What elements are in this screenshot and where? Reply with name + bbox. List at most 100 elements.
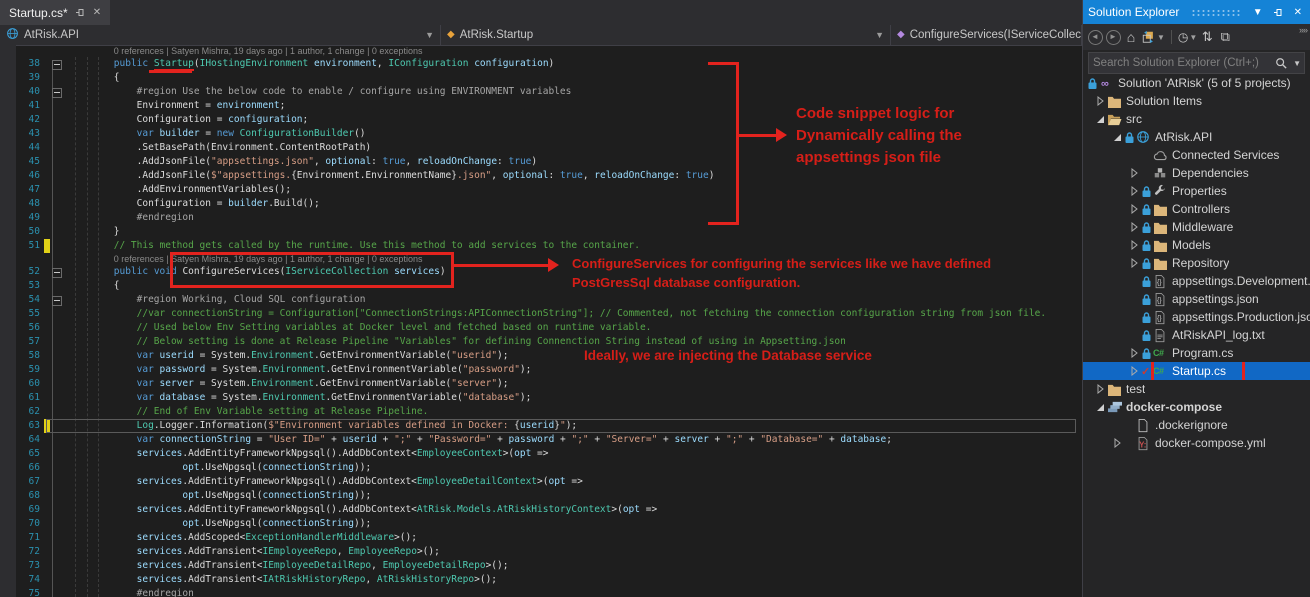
tree-item-atriskapi-log-txt[interactable]: AtRiskAPI_log.txt — [1083, 326, 1310, 344]
codelens-text[interactable]: 0 references | Satyen Mishra, 19 days ag… — [64, 253, 422, 265]
expander-expanded-icon[interactable] — [1110, 133, 1124, 142]
close-icon[interactable]: ✕ — [93, 7, 101, 18]
breakpoint-margin[interactable] — [0, 489, 16, 503]
breakpoint-margin[interactable] — [0, 433, 16, 447]
code-line[interactable]: 57 // Below setting is done at Release P… — [0, 335, 1082, 349]
expander-collapsed-icon[interactable] — [1127, 348, 1141, 358]
breakpoint-margin[interactable] — [0, 141, 16, 155]
breakpoint-margin[interactable] — [0, 517, 16, 531]
tree-item-properties[interactable]: Properties — [1083, 182, 1310, 200]
tree-item-dependencies[interactable]: Dependencies — [1083, 164, 1310, 182]
code-line[interactable]: 44 .SetBasePath(Environment.ContentRootP… — [0, 141, 1082, 155]
code-line[interactable]: 49 #endregion — [0, 211, 1082, 225]
breakpoint-margin[interactable] — [0, 405, 16, 419]
breakpoint-margin[interactable] — [0, 113, 16, 127]
solution-explorer-titlebar[interactable]: Solution Explorer ▼ ✕ — [1083, 0, 1310, 24]
code-line[interactable]: 41 Environment = environment; — [0, 99, 1082, 113]
tree-item-docker-compose-yml[interactable]: Y:docker-compose.yml — [1083, 434, 1310, 452]
search-options-icon[interactable]: ▼ — [1290, 59, 1304, 68]
tree-item-controllers[interactable]: Controllers — [1083, 200, 1310, 218]
search-icon[interactable] — [1272, 57, 1290, 69]
expander-collapsed-icon[interactable] — [1127, 186, 1141, 196]
collapse-box-icon[interactable] — [52, 88, 62, 98]
code-line[interactable]: 39 { — [0, 71, 1082, 85]
tree-item-src[interactable]: src — [1083, 110, 1310, 128]
code-line[interactable]: 43 var builder = new ConfigurationBuilde… — [0, 127, 1082, 141]
expander-collapsed-icon[interactable] — [1110, 438, 1124, 448]
code-line[interactable]: 73 services.AddTransient<IEmployeeDetail… — [0, 559, 1082, 573]
tree-item-models[interactable]: Models — [1083, 236, 1310, 254]
expander-collapsed-icon[interactable] — [1093, 96, 1107, 106]
expander-expanded-icon[interactable] — [1093, 403, 1107, 412]
close-icon[interactable]: ✕ — [1291, 7, 1305, 18]
tree-item-startup-cs[interactable]: ✓C#Startup.cs — [1083, 362, 1310, 380]
code-line[interactable]: 69 services.AddEntityFrameworkNpgsql().A… — [0, 503, 1082, 517]
breakpoint-margin[interactable] — [0, 461, 16, 475]
breakpoint-margin[interactable] — [0, 307, 16, 321]
code-line[interactable]: 67 services.AddEntityFrameworkNpgsql().A… — [0, 475, 1082, 489]
tree-item-dockerignore[interactable]: .dockerignore — [1083, 416, 1310, 434]
pending-changes-filter-button[interactable]: ◷▼ — [1178, 28, 1197, 46]
code-line[interactable]: 66 opt.UseNpgsql(connectionString)); — [0, 461, 1082, 475]
breakpoint-margin[interactable] — [0, 475, 16, 489]
breakpoint-margin[interactable] — [0, 363, 16, 377]
breakpoint-margin[interactable] — [0, 197, 16, 211]
code-line[interactable]: 62 // End of Env Variable setting at Rel… — [0, 405, 1082, 419]
collapse-box-icon[interactable] — [52, 268, 62, 278]
expander-collapsed-icon[interactable] — [1127, 222, 1141, 232]
pin-icon[interactable] — [1270, 7, 1287, 18]
code-line[interactable]: 54 #region Working, Cloud SQL configurat… — [0, 293, 1082, 307]
breakpoint-margin[interactable] — [0, 183, 16, 197]
code-line[interactable]: 61 var database = System.Environment.Get… — [0, 391, 1082, 405]
tree-item-appsettings-development-json[interactable]: {}appsettings.Development.json — [1083, 272, 1310, 290]
back-button[interactable]: ◄ — [1087, 28, 1103, 46]
breakpoint-margin[interactable] — [0, 559, 16, 573]
breakpoint-margin[interactable] — [0, 169, 16, 183]
project-dropdown[interactable]: AtRisk.API ▼ — [0, 25, 441, 45]
tree-item-atrisk-api[interactable]: AtRisk.API — [1083, 128, 1310, 146]
breakpoint-margin[interactable] — [0, 225, 16, 239]
breakpoint-margin[interactable] — [0, 45, 16, 57]
code-line[interactable]: 70 opt.UseNpgsql(connectionString)); — [0, 517, 1082, 531]
code-line[interactable]: 45 .AddJsonFile("appsettings.json", opti… — [0, 155, 1082, 169]
expander-collapsed-icon[interactable] — [1127, 204, 1141, 214]
tree-item-middleware[interactable]: Middleware — [1083, 218, 1310, 236]
breakpoint-margin[interactable] — [0, 211, 16, 225]
codelens-text[interactable]: 0 references | Satyen Mishra, 19 days ag… — [64, 45, 422, 57]
breakpoint-margin[interactable] — [0, 127, 16, 141]
code-line[interactable]: 59 var password = System.Environment.Get… — [0, 363, 1082, 377]
breakpoint-margin[interactable] — [0, 99, 16, 113]
breakpoint-margin[interactable] — [0, 321, 16, 335]
code-line[interactable]: 38 public Startup(IHostingEnvironment en… — [0, 57, 1082, 71]
code-line[interactable]: 56 // Used below Env Setting variables a… — [0, 321, 1082, 335]
code-line[interactable]: 75 #endregion — [0, 587, 1082, 597]
code-line[interactable]: 58 var userid = System.Environment.GetEn… — [0, 349, 1082, 363]
codelens-row[interactable]: 0 references | Satyen Mishra, 19 days ag… — [0, 253, 1082, 265]
expander-collapsed-icon[interactable] — [1127, 240, 1141, 250]
breakpoint-margin[interactable] — [0, 587, 16, 597]
tree-item-repository[interactable]: Repository — [1083, 254, 1310, 272]
collapse-box-icon[interactable] — [52, 296, 62, 306]
breakpoint-margin[interactable] — [0, 349, 16, 363]
breakpoint-margin[interactable] — [0, 503, 16, 517]
breakpoint-margin[interactable] — [0, 545, 16, 559]
breakpoint-margin[interactable] — [0, 531, 16, 545]
pin-icon[interactable] — [75, 7, 86, 18]
home-button[interactable]: ⌂ — [1123, 28, 1139, 46]
code-line[interactable]: 68 opt.UseNpgsql(connectionString)); — [0, 489, 1082, 503]
breakpoint-margin[interactable] — [0, 239, 16, 253]
code-line[interactable]: 72 services.AddTransient<IEmployeeRepo, … — [0, 545, 1082, 559]
tree-item-connected-services[interactable]: Connected Services — [1083, 146, 1310, 164]
expander-expanded-icon[interactable] — [1093, 115, 1107, 124]
toolbar-overflow-icon[interactable]: »» — [1299, 25, 1307, 35]
tree-item-appsettings-json[interactable]: {}appsettings.json — [1083, 290, 1310, 308]
collapse-box-icon[interactable] — [52, 60, 62, 70]
tree-item-test[interactable]: test — [1083, 380, 1310, 398]
class-dropdown[interactable]: ◆ AtRisk.Startup ▼ — [441, 25, 891, 45]
code-line[interactable]: 63 Log.Logger.Information($"Environment … — [0, 419, 1082, 433]
collapse-all-button[interactable]: ⧉ — [1217, 28, 1233, 46]
code-line[interactable]: 50 } — [0, 225, 1082, 239]
breakpoint-margin[interactable] — [0, 85, 16, 99]
window-menu-icon[interactable]: ▼ — [1250, 7, 1266, 18]
tree-item-docker-compose[interactable]: docker-compose — [1083, 398, 1310, 416]
